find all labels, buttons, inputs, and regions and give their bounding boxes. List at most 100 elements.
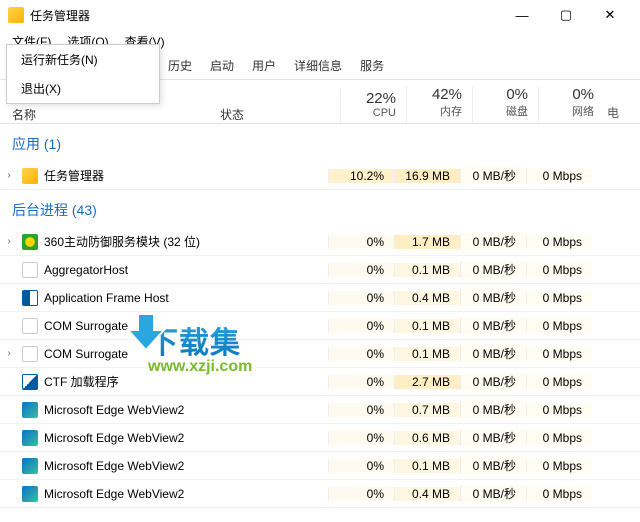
process-icon xyxy=(22,318,38,334)
memory-cell: 2.7 MB xyxy=(394,375,460,389)
expand-icon[interactable]: › xyxy=(0,170,18,181)
process-name-cell: 360主动防御服务模块 (32 位) xyxy=(18,233,328,250)
col-cpu[interactable]: 22% CPU xyxy=(340,90,406,123)
process-name-cell: COM Surrogate xyxy=(18,346,328,362)
network-cell: 0 Mbps xyxy=(526,319,592,333)
disk-cell: 0 MB/秒 xyxy=(460,261,526,278)
cpu-percent: 22% xyxy=(341,90,396,107)
table-row[interactable]: COM Surrogate0%0.1 MB0 MB/秒0 Mbps xyxy=(0,312,640,340)
disk-cell: 0 MB/秒 xyxy=(460,401,526,418)
memory-cell: 0.4 MB xyxy=(394,487,460,501)
expand-icon[interactable]: › xyxy=(0,236,18,247)
cpu-cell: 0% xyxy=(328,263,394,277)
process-name: AggregatorHost xyxy=(44,263,128,277)
net-label: 网络 xyxy=(539,103,594,119)
network-cell: 0 Mbps xyxy=(526,487,592,501)
process-name: COM Surrogate xyxy=(44,347,128,361)
tab-users[interactable]: 用户 xyxy=(244,53,284,78)
process-name: Microsoft Edge WebView2 xyxy=(44,487,184,501)
menu-exit[interactable]: 退出(X) xyxy=(7,74,159,103)
app-icon xyxy=(8,7,24,23)
process-name-cell: Microsoft Edge WebView2 xyxy=(18,430,328,446)
network-cell: 0 Mbps xyxy=(526,403,592,417)
memory-cell: 0.6 MB xyxy=(394,431,460,445)
tab-services[interactable]: 服务 xyxy=(352,53,392,78)
process-name-cell: CTF 加载程序 xyxy=(18,373,328,390)
close-button[interactable]: ✕ xyxy=(588,0,632,30)
memory-cell: 0.1 MB xyxy=(394,459,460,473)
network-cell: 0 Mbps xyxy=(526,263,592,277)
memory-cell: 1.7 MB xyxy=(394,235,460,249)
memory-cell: 0.1 MB xyxy=(394,347,460,361)
table-row[interactable]: Microsoft Edge WebView20%0.4 MB0 MB/秒0 M… xyxy=(0,480,640,508)
process-icon xyxy=(22,346,38,362)
process-icon xyxy=(22,290,38,306)
table-row[interactable]: Application Frame Host0%0.4 MB0 MB/秒0 Mb… xyxy=(0,284,640,312)
table-row[interactable]: ›360主动防御服务模块 (32 位)0%1.7 MB0 MB/秒0 Mbps xyxy=(0,228,640,256)
tab-startup[interactable]: 启动 xyxy=(202,53,242,78)
network-cell: 0 Mbps xyxy=(526,459,592,473)
table-row[interactable]: Microsoft Edge WebView20%0.6 MB0 MB/秒0 M… xyxy=(0,424,640,452)
disk-cell: 0 MB/秒 xyxy=(460,457,526,474)
network-cell: 0 Mbps xyxy=(526,235,592,249)
process-name-cell: AggregatorHost xyxy=(18,262,328,278)
cpu-cell: 0% xyxy=(328,291,394,305)
col-network[interactable]: 0% 网络 xyxy=(538,86,604,123)
memory-cell: 0.4 MB xyxy=(394,291,460,305)
process-name: COM Surrogate xyxy=(44,319,128,333)
title-bar: 任务管理器 — ▢ ✕ xyxy=(0,0,640,30)
disk-cell: 0 MB/秒 xyxy=(460,373,526,390)
memory-cell: 0.1 MB xyxy=(394,263,460,277)
process-name: 任务管理器 xyxy=(44,167,104,184)
process-icon xyxy=(22,458,38,474)
cpu-cell: 0% xyxy=(328,319,394,333)
process-name: Application Frame Host xyxy=(44,291,169,305)
mem-label: 内存 xyxy=(407,103,462,119)
menu-run-new-task[interactable]: 运行新任务(N) xyxy=(7,45,159,74)
cpu-cell: 0% xyxy=(328,375,394,389)
network-cell: 0 Mbps xyxy=(526,169,592,183)
tab-history[interactable]: 历史 xyxy=(160,53,200,78)
mem-percent: 42% xyxy=(407,86,462,103)
col-status[interactable]: 状态 xyxy=(220,106,340,123)
cpu-cell: 0% xyxy=(328,347,394,361)
col-disk[interactable]: 0% 磁盘 xyxy=(472,86,538,123)
tab-details[interactable]: 详细信息 xyxy=(286,53,350,78)
col-memory[interactable]: 42% 内存 xyxy=(406,86,472,123)
disk-cell: 0 MB/秒 xyxy=(460,429,526,446)
process-name: Microsoft Edge WebView2 xyxy=(44,459,184,473)
process-name-cell: Microsoft Edge WebView2 xyxy=(18,402,328,418)
file-menu-dropdown: 运行新任务(N) 退出(X) xyxy=(6,44,160,104)
table-row[interactable]: CTF 加载程序0%2.7 MB0 MB/秒0 Mbps xyxy=(0,368,640,396)
table-row[interactable]: AggregatorHost 0%0.1 MB0 MB/秒0 Mbps xyxy=(0,256,640,284)
process-icon xyxy=(22,374,38,390)
disk-cell: 0 MB/秒 xyxy=(460,167,526,184)
col-extra[interactable]: 电 xyxy=(604,104,622,123)
table-row[interactable]: Microsoft Edge WebView20%0.7 MB0 MB/秒0 M… xyxy=(0,396,640,424)
table-row[interactable]: ›任务管理器10.2%16.9 MB0 MB/秒0 Mbps xyxy=(0,162,640,190)
table-row[interactable]: ›COM Surrogate0%0.1 MB0 MB/秒0 Mbps xyxy=(0,340,640,368)
cpu-cell: 0% xyxy=(328,235,394,249)
process-icon xyxy=(22,234,38,250)
process-icon xyxy=(22,430,38,446)
process-name-cell: Microsoft Edge WebView2 xyxy=(18,486,328,502)
process-name: 360主动防御服务模块 (32 位) xyxy=(44,233,200,250)
process-icon xyxy=(22,262,38,278)
table-row[interactable]: Microsoft Edge WebView20%0.1 MB0 MB/秒0 M… xyxy=(0,452,640,480)
process-name-cell: 任务管理器 xyxy=(18,167,328,184)
memory-cell: 0.7 MB xyxy=(394,403,460,417)
cpu-label: CPU xyxy=(341,107,396,119)
process-name: Microsoft Edge WebView2 xyxy=(44,431,184,445)
disk-percent: 0% xyxy=(473,86,528,103)
process-icon xyxy=(22,402,38,418)
cpu-cell: 10.2% xyxy=(328,169,394,183)
minimize-button[interactable]: — xyxy=(500,0,544,30)
process-name-cell: Application Frame Host xyxy=(18,290,328,306)
disk-cell: 0 MB/秒 xyxy=(460,345,526,362)
expand-icon[interactable]: › xyxy=(0,348,18,359)
disk-cell: 0 MB/秒 xyxy=(460,289,526,306)
maximize-button[interactable]: ▢ xyxy=(544,0,588,30)
network-cell: 0 Mbps xyxy=(526,431,592,445)
process-name: CTF 加载程序 xyxy=(44,373,119,390)
col-name[interactable]: 名称 xyxy=(0,106,220,123)
